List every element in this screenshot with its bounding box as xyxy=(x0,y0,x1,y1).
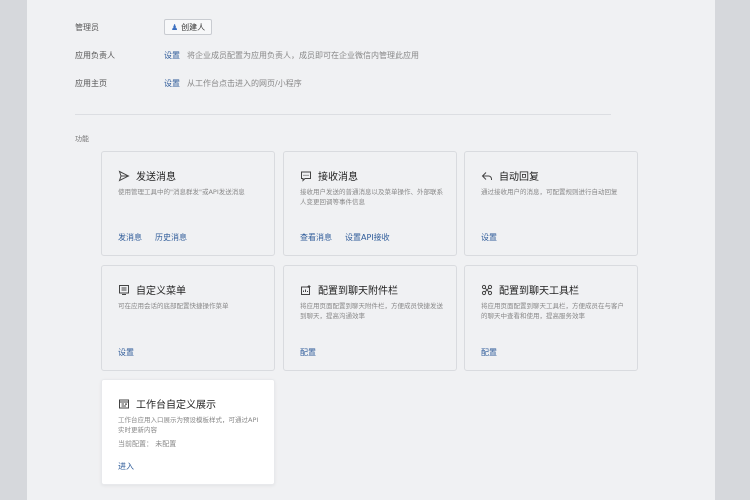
enter-link[interactable]: 进入 xyxy=(118,461,134,472)
card-chat-toolbar: 配置到聊天工具栏 将应用页面配置到聊天工具栏，方便成员在与客户的聊天中查看和使用… xyxy=(464,265,638,371)
card-title: 配置到聊天工具栏 xyxy=(499,286,579,297)
homepage-row: 应用主页 设置 从工作台点击进入的网页/小程序 xyxy=(75,78,302,89)
card-custom-menu: 自定义菜单 可在应用会话的底部配置快捷操作菜单 设置 xyxy=(101,265,275,371)
send-icon xyxy=(118,170,130,182)
card-auto-reply: 自动回复 通过接收用户的消息，可配置规则进行自动回复 设置 xyxy=(464,151,638,256)
card-title: 配置到聊天附件栏 xyxy=(318,286,398,297)
card-head: 接收消息 xyxy=(300,168,358,183)
card-title: 接收消息 xyxy=(318,172,358,183)
card-links: 设置 xyxy=(481,232,510,243)
card-head: 工作台自定义展示 xyxy=(118,396,216,411)
card-chat-attachment-bar: 配置到聊天附件栏 将应用页面配置到聊天附件栏，方便成员快捷发送到聊天，提高沟通效… xyxy=(283,265,457,371)
custom-menu-set-link[interactable]: 设置 xyxy=(118,347,134,358)
card-links: 进入 xyxy=(118,461,147,472)
homepage-label: 应用主页 xyxy=(75,79,107,88)
chat-bubble-icon xyxy=(300,170,312,182)
card-title: 自定义菜单 xyxy=(136,286,186,297)
homepage-desc: 从工作台点击进入的网页/小程序 xyxy=(187,79,302,88)
owner-set-link[interactable]: 设置 xyxy=(164,50,180,61)
admin-chip-label: 创建人 xyxy=(181,22,206,32)
view-messages-link[interactable]: 查看消息 xyxy=(300,232,332,243)
owner-label: 应用负责人 xyxy=(75,51,115,60)
admin-chip[interactable]: ♟ 创建人 xyxy=(164,19,213,35)
card-title: 发送消息 xyxy=(136,172,176,183)
card-desc: 将应用页面配置到聊天附件栏，方便成员快捷发送到聊天，提高沟通效率 xyxy=(300,302,443,320)
section-title: 功能 xyxy=(75,135,89,143)
workbench-icon xyxy=(118,398,130,410)
card-head: 自定义菜单 xyxy=(118,282,186,297)
card-links: 设置 xyxy=(118,347,147,358)
send-message-link[interactable]: 发消息 xyxy=(118,232,142,243)
card-links: 查看消息 设置API接收 xyxy=(300,232,403,243)
card-desc: 将应用页面配置到聊天工具栏，方便成员在与客户的聊天中查看和使用，提高服务效率 xyxy=(481,302,624,320)
toolbar-config-link[interactable]: 配置 xyxy=(481,347,497,358)
attachment-bar-icon xyxy=(300,284,312,296)
homepage-set-link[interactable]: 设置 xyxy=(164,78,180,89)
card-desc: 使用管理工具中的"消息群发"或API发送消息 xyxy=(118,188,245,196)
history-messages-link[interactable]: 历史消息 xyxy=(155,232,187,243)
card-links: 配置 xyxy=(300,347,329,358)
set-api-receive-link[interactable]: 设置API接收 xyxy=(345,232,390,243)
person-icon: ♟ xyxy=(171,22,179,32)
card-head: 配置到聊天附件栏 xyxy=(300,282,398,297)
card-desc: 接收用户发送的普通消息以及菜单操作、外部联系人变更回调等事件信息 xyxy=(300,188,443,206)
card-head: 配置到聊天工具栏 xyxy=(481,282,579,297)
card-title: 工作台自定义展示 xyxy=(136,400,216,411)
reply-icon xyxy=(481,170,493,182)
card-workbench-display: 工作台自定义展示 工作台应用入口展示为预设模板样式，可通过API实时更新内容 当… xyxy=(101,379,275,485)
divider xyxy=(75,114,611,115)
card-receive-message: 接收消息 接收用户发送的普通消息以及菜单操作、外部联系人变更回调等事件信息 查看… xyxy=(283,151,457,256)
card-desc: 通过接收用户的消息，可配置规则进行自动回复 xyxy=(481,188,618,196)
card-desc: 工作台应用入口展示为预设模板样式，可通过API实时更新内容 xyxy=(118,416,259,434)
owner-row: 应用负责人 设置 将企业成员配置为应用负责人，成员即可在企业微信内管理此应用 xyxy=(75,50,419,61)
card-links: 配置 xyxy=(481,347,510,358)
attachment-bar-config-link[interactable]: 配置 xyxy=(300,347,316,358)
current-config-text: 当前配置： 未配置 xyxy=(118,440,177,448)
admin-row: 管理员 ♟ 创建人 xyxy=(75,19,213,35)
card-send-message: 发送消息 使用管理工具中的"消息群发"或API发送消息 发消息 历史消息 xyxy=(101,151,275,256)
admin-label: 管理员 xyxy=(75,22,99,32)
card-head: 发送消息 xyxy=(118,168,176,183)
card-head: 自动回复 xyxy=(481,168,539,183)
card-desc: 可在应用会话的底部配置快捷操作菜单 xyxy=(118,302,229,310)
card-links: 发消息 历史消息 xyxy=(118,232,200,243)
menu-icon xyxy=(118,284,130,296)
card-title: 自动回复 xyxy=(499,172,539,183)
toolbar-icon xyxy=(481,284,493,296)
auto-reply-set-link[interactable]: 设置 xyxy=(481,232,497,243)
owner-desc: 将企业成员配置为应用负责人，成员即可在企业微信内管理此应用 xyxy=(187,51,419,60)
